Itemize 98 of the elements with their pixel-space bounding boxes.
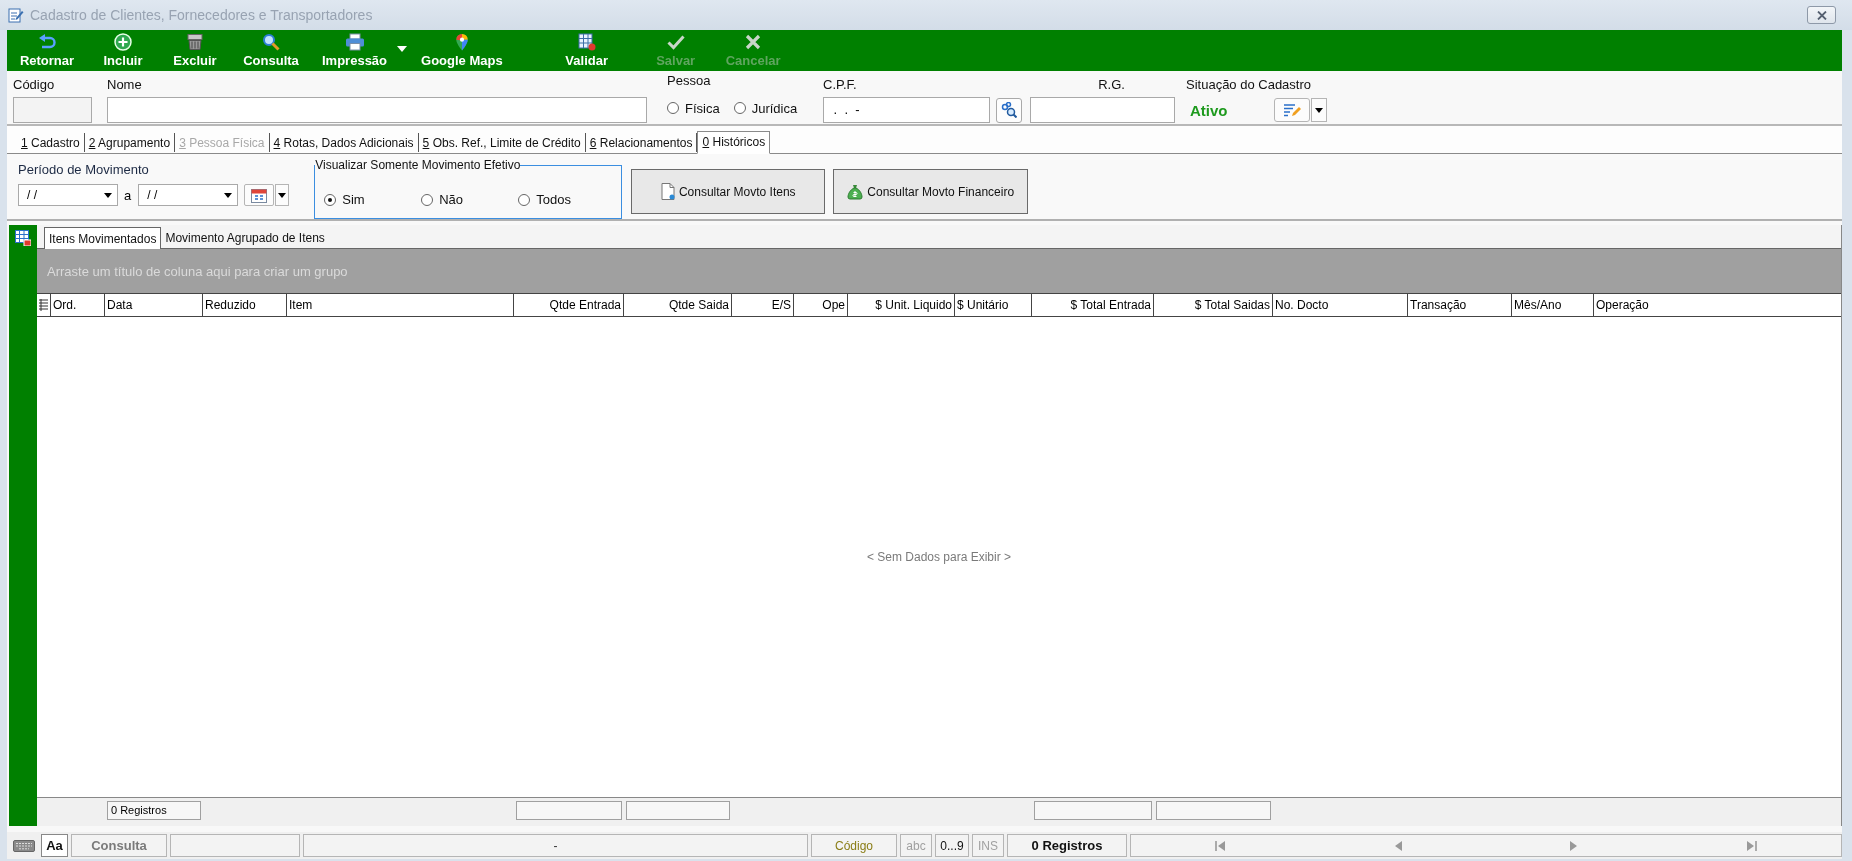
caret-icon: [278, 192, 287, 198]
document-icon: [660, 183, 675, 200]
radio-option[interactable]: Sim: [324, 192, 422, 207]
tab[interactable]: Movimento Agrupado de Itens: [161, 228, 329, 248]
close-icon: [1816, 10, 1827, 20]
caret-icon: [104, 192, 112, 198]
link-search-icon: [1001, 102, 1017, 118]
calendar-icon: [251, 187, 268, 203]
radio-option[interactable]: Não: [421, 192, 519, 207]
tab[interactable]: 0 Históricos: [697, 131, 771, 154]
tab[interactable]: 2 Agrupamento: [84, 133, 176, 152]
tab[interactable]: 5 Obs. Ref., Limite de Crédito: [418, 133, 586, 152]
font-button[interactable]: Aa: [41, 834, 68, 857]
field-label: R.G.: [1097, 77, 1125, 93]
toolbar-button[interactable]: Consulta: [234, 30, 308, 71]
toolbar-button[interactable]: Impressão: [314, 30, 396, 71]
summary-cell: 0 Registros: [107, 801, 201, 820]
column-header[interactable]: $ Total Entrada: [1032, 294, 1154, 316]
column-header[interactable]: Qtde Entrada: [514, 294, 624, 316]
caret-icon: [1315, 107, 1323, 113]
radio-option[interactable]: Todos: [518, 192, 616, 207]
mode-indicator: Consulta: [71, 834, 167, 857]
column-header[interactable]: Data: [105, 294, 203, 316]
window-title: Cadastro de Clientes, Fornecedores e Transportadores: [30, 7, 373, 23]
column-header[interactable]: Ope: [794, 294, 848, 316]
trash-can-icon: [186, 33, 204, 51]
x-icon: [745, 33, 762, 51]
query-button[interactable]: Consultar Movto Financeiro: [833, 169, 1029, 214]
column-header[interactable]: Mês/Ano: [1512, 294, 1594, 316]
tab[interactable]: Itens Movimentados: [44, 227, 162, 249]
first-record-icon[interactable]: [1215, 840, 1227, 851]
caret-icon: [224, 192, 233, 198]
dropdown-button[interactable]: [275, 184, 290, 206]
input-field[interactable]: . . -: [823, 97, 990, 123]
key-indicator: abc: [900, 834, 932, 857]
column-header[interactable]: Transação: [1408, 294, 1512, 316]
caret-icon[interactable]: [397, 46, 408, 52]
tab[interactable]: 1 Cadastro: [17, 133, 85, 152]
column-header[interactable]: Ord.: [51, 294, 105, 316]
field-name: Código: [811, 834, 897, 857]
field-value: -: [303, 834, 808, 857]
column-header[interactable]: $ Unit. Liquido: [848, 294, 955, 316]
key-indicator: INS: [972, 834, 1004, 857]
key-indicator: 0...9: [935, 834, 969, 857]
check-icon: [666, 33, 685, 51]
grid-options-icon[interactable]: [15, 230, 31, 246]
table-icon: [577, 33, 596, 51]
toolbar-button[interactable]: Validar: [553, 30, 620, 71]
column-header[interactable]: $ Total Saidas: [1154, 294, 1273, 316]
field-label: Pessoa: [667, 73, 712, 89]
calendar-button[interactable]: [244, 184, 275, 206]
last-record-icon[interactable]: [1745, 840, 1757, 851]
column-header[interactable]: Reduzido: [203, 294, 287, 316]
previous-record-icon[interactable]: [1394, 840, 1402, 851]
map-pin-icon: [454, 33, 469, 51]
radio-option[interactable]: Física: [667, 100, 720, 116]
empty-message: < Sem Dados para Exibir >: [866, 550, 1012, 564]
search-button[interactable]: [996, 97, 1022, 123]
toolbar-button[interactable]: Incluir: [90, 30, 156, 71]
return-arrow-icon: [38, 33, 56, 51]
column-header[interactable]: $ Unitário: [955, 294, 1032, 316]
tab[interactable]: 4 Rotas, Dados Adicionais: [269, 133, 419, 152]
range-separator: a: [124, 187, 132, 203]
next-record-icon[interactable]: [1570, 840, 1578, 851]
field-label: C.P.F.: [823, 77, 858, 93]
group-hint: Arraste um título de coluna aqui para criar um grupo: [47, 263, 348, 279]
form-edit-icon: [8, 7, 24, 23]
record-count: 0 Registros: [1007, 834, 1127, 857]
column-header[interactable]: Operação: [1594, 294, 1841, 316]
status-value: Ativo: [1189, 101, 1229, 119]
toolbar-button[interactable]: Retornar: [10, 30, 84, 71]
list-edit-icon: [1283, 103, 1301, 117]
field-label: Situação do Cadastro: [1186, 77, 1313, 93]
date-field[interactable]: / /: [138, 184, 239, 206]
column-header[interactable]: E/S: [732, 294, 794, 316]
group-title: Visualizar Somente Movimento Efetivo: [315, 158, 521, 172]
input-field[interactable]: [13, 97, 92, 123]
close-button[interactable]: [1807, 6, 1836, 24]
date-field[interactable]: / /: [18, 184, 118, 206]
input-field[interactable]: [1030, 97, 1175, 123]
radio-option[interactable]: Jurídica: [733, 100, 798, 116]
plus-circle-icon: [114, 33, 132, 51]
toolbar-button[interactable]: Google Maps: [413, 30, 511, 71]
input-field[interactable]: [107, 97, 647, 123]
column-header[interactable]: No. Docto: [1273, 294, 1408, 316]
column-header[interactable]: Item: [287, 294, 514, 316]
search-icon: [262, 33, 280, 51]
column-chooser-icon[interactable]: [39, 299, 48, 311]
column-header[interactable]: Qtde Saida: [624, 294, 732, 316]
field-label: Código: [13, 77, 56, 93]
printer-icon: [344, 33, 365, 51]
field-label: Nome: [107, 77, 143, 93]
keyboard-icon[interactable]: [13, 839, 35, 852]
dropdown-button[interactable]: [1311, 98, 1327, 122]
money-bag-icon: [847, 183, 864, 200]
period-label: Período de Movimento: [18, 162, 150, 178]
toolbar-button[interactable]: Excluir: [162, 30, 228, 71]
query-button[interactable]: Consultar Movto Itens: [631, 169, 826, 214]
